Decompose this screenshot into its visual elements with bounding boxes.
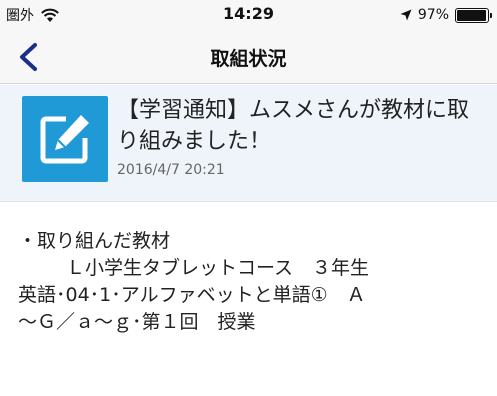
detail-heading: ・取り組んだ教材 [18,230,171,252]
notification-title: 【学習通知】ムスメさんが教材に取り組みました！ [117,98,470,154]
location-arrow-icon [400,9,412,21]
edit-note-icon [22,96,108,182]
navigation-bar: 取組状況 [0,30,497,84]
material-detail: ・取り組んだ教材 Ｌ小学生タブレットコース ３年生 英語･04･1･アルファベッ… [18,228,483,336]
notification-card: 【学習通知】ムスメさんが教材に取り組みました！ 2016/4/7 20:21 [0,85,497,202]
detail-material-line2: ～Ｇ／ａ～ｇ･第１回 授業 [18,311,256,333]
detail-material-line1: 英語･04･1･アルファベットと単語① Ａ [18,284,366,306]
battery-icon [455,7,492,23]
detail-course: Ｌ小学生タブレットコース ３年生 [66,257,370,279]
battery-level [457,9,487,21]
status-right: 97% [400,5,492,25]
battery-percent: 97% [417,7,449,23]
pencil-square-icon [40,115,89,164]
notification-date: 2016/4/7 20:21 [117,162,225,178]
page-title: 取組状況 [210,48,287,70]
status-bar: 圏外 14:29 97% [0,0,497,30]
